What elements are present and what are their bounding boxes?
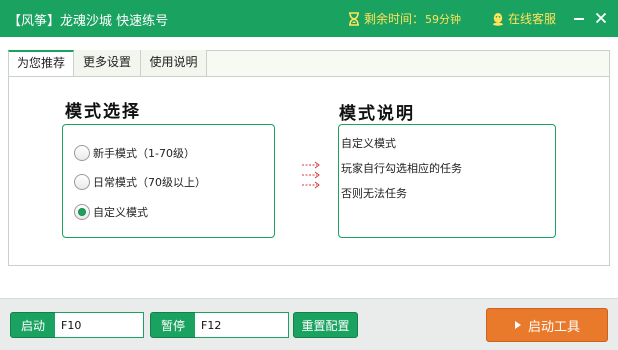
online-service-link[interactable]: 在线客服 bbox=[491, 10, 556, 27]
arrow-right-icon bbox=[302, 161, 320, 169]
tab-more-settings[interactable]: 更多设置 bbox=[74, 50, 141, 77]
radio-button-selected[interactable] bbox=[74, 204, 90, 220]
minimize-button[interactable] bbox=[570, 9, 588, 27]
arrow-right-icon bbox=[302, 181, 320, 189]
timer-value: 59分钟 bbox=[425, 12, 462, 26]
mode-select-title: 模式选择 bbox=[65, 102, 141, 122]
timer-label: 剩余时间： bbox=[364, 12, 425, 26]
tab-recommend[interactable]: 为您推荐 bbox=[8, 50, 74, 77]
mode-description-title: 模式说明 bbox=[339, 104, 415, 124]
mode-option-label: 日常模式（70级以上） bbox=[93, 176, 206, 189]
mode-description-box: 自定义模式 玩家自行勾选相应的任务 否则无法任务 bbox=[338, 124, 556, 238]
qq-penguin-icon bbox=[493, 12, 503, 26]
tab-strip: 为您推荐 更多设置 使用说明 bbox=[8, 50, 610, 77]
launch-tool-button[interactable]: 启动工具 bbox=[486, 308, 608, 342]
close-button[interactable] bbox=[592, 9, 610, 27]
reset-config-button[interactable]: 重置配置 bbox=[293, 312, 358, 338]
bottom-toolbar: 启动 F10 暂停 F12 重置配置 启动工具 bbox=[0, 298, 618, 350]
title-bar: 【风筝】龙魂沙城 快速练号 剩余时间： 59分钟 在线客服 bbox=[0, 0, 618, 37]
play-icon bbox=[514, 321, 521, 329]
radio-button[interactable] bbox=[74, 145, 90, 161]
description-line: 自定义模式 bbox=[341, 137, 396, 150]
description-line: 否则无法任务 bbox=[341, 187, 407, 200]
arrow-right-icon bbox=[302, 171, 320, 179]
arrows-decoration bbox=[301, 161, 321, 191]
mode-option-beginner[interactable]: 新手模式（1-70级） bbox=[74, 145, 195, 161]
tab-content-panel: 模式选择 模式说明 新手模式（1-70级） 日常模式（70级以上） 自定义模式 bbox=[8, 76, 610, 266]
close-icon bbox=[595, 12, 607, 24]
description-line: 玩家自行勾选相应的任务 bbox=[341, 162, 462, 175]
pause-hotkey-field[interactable]: F12 bbox=[195, 312, 289, 338]
hourglass-icon bbox=[349, 11, 359, 26]
start-hotkey-field[interactable]: F10 bbox=[55, 312, 144, 338]
mode-option-label: 新手模式（1-70级） bbox=[93, 147, 195, 160]
radio-button[interactable] bbox=[74, 174, 90, 190]
mode-option-custom[interactable]: 自定义模式 bbox=[74, 204, 148, 220]
online-service-label: 在线客服 bbox=[508, 12, 557, 26]
minimize-icon bbox=[574, 18, 584, 20]
mode-option-daily[interactable]: 日常模式（70级以上） bbox=[74, 174, 206, 190]
mode-options-box: 新手模式（1-70级） 日常模式（70级以上） 自定义模式 bbox=[62, 124, 275, 238]
launch-tool-label: 启动工具 bbox=[527, 319, 580, 335]
tab-instructions[interactable]: 使用说明 bbox=[141, 50, 207, 77]
remaining-time: 剩余时间： 59分钟 bbox=[348, 10, 461, 27]
start-button[interactable]: 启动 bbox=[10, 312, 56, 338]
mode-option-label: 自定义模式 bbox=[93, 206, 148, 219]
window-title: 【风筝】龙魂沙城 快速练号 bbox=[8, 14, 169, 29]
pause-button[interactable]: 暂停 bbox=[150, 312, 196, 338]
